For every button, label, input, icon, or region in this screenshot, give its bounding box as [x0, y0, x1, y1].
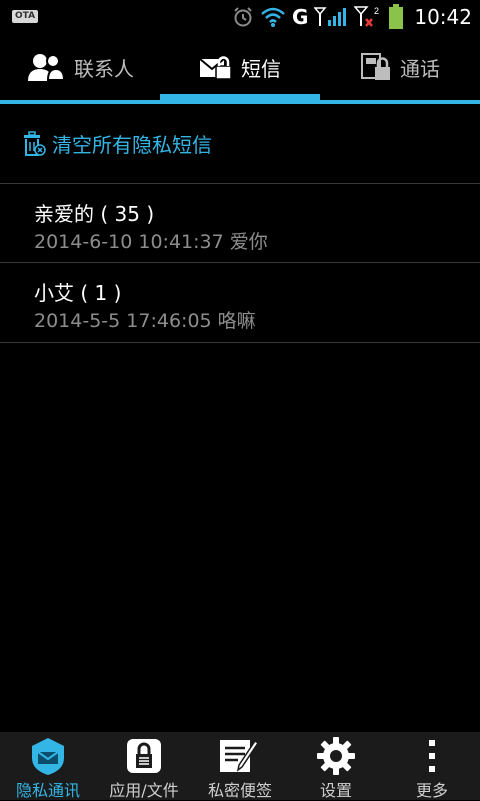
tab-calls[interactable]: 通话 — [320, 34, 480, 100]
nav-label: 更多 — [415, 781, 448, 800]
conversation-preview: 2014-5-5 17:46:05 咯嘛 — [34, 310, 256, 332]
tab-bar: 联系人 短信 通话 — [0, 34, 480, 104]
signal-icon — [314, 7, 347, 26]
clear-all-sms-button[interactable]: 清空所有隐私短信 — [0, 104, 480, 183]
nav-private-notes[interactable]: 私密便签 — [192, 732, 288, 800]
battery-icon — [389, 4, 404, 29]
tab-label: 联系人 — [74, 56, 134, 81]
conversation-name: 亲爱的 ( 35 ) — [34, 202, 155, 226]
signal2-icon: 2 — [354, 6, 379, 27]
network-type: G — [291, 5, 309, 29]
clock: 10:42 — [414, 5, 472, 29]
list-item[interactable]: 亲爱的 ( 35 ) 2014-6-10 10:41:37 爱你 — [0, 184, 480, 263]
wifi-icon — [261, 7, 285, 27]
nav-label: 应用/文件 — [109, 781, 179, 800]
ota-badge: OTA — [12, 10, 39, 23]
tab-label: 短信 — [241, 56, 281, 81]
app-lock-icon — [127, 739, 161, 773]
bottom-nav: 隐私通讯 应用/文件 私密便签 设置 更多 — [0, 732, 480, 800]
nav-settings[interactable]: 设置 — [288, 732, 384, 800]
list-item[interactable]: 小艾 ( 1 ) 2014-5-5 17:46:05 咯嘛 — [0, 263, 480, 342]
clear-all-label: 清空所有隐私短信 — [52, 133, 212, 157]
call-lock-icon — [361, 53, 390, 80]
tab-label: 通话 — [400, 56, 440, 81]
sms-lock-icon — [199, 56, 232, 80]
tab-sms[interactable]: 短信 — [160, 34, 320, 100]
nav-label: 设置 — [319, 781, 352, 800]
status-bar: OTA G 2 10:42 — [0, 0, 480, 34]
tab-contacts[interactable]: 联系人 — [0, 34, 160, 100]
nav-privacy-comm[interactable]: 隐私通讯 — [0, 732, 96, 800]
contacts-icon — [28, 54, 66, 81]
note-edit-icon — [220, 739, 260, 772]
gear-icon — [317, 737, 355, 775]
divider — [0, 342, 480, 343]
nav-apps-files[interactable]: 应用/文件 — [96, 732, 192, 800]
nav-label: 隐私通讯 — [15, 781, 80, 800]
nav-label: 私密便签 — [207, 781, 272, 800]
alarm-icon — [234, 7, 252, 27]
more-vert-icon — [429, 740, 435, 772]
conversation-name: 小艾 ( 1 ) — [34, 281, 122, 305]
conversation-preview: 2014-6-10 10:41:37 爱你 — [34, 231, 268, 253]
nav-more[interactable]: 更多 — [384, 732, 480, 800]
status-icons: G 2 10:42 — [232, 3, 472, 31]
privacy-comm-icon — [32, 738, 64, 775]
svg-text:2: 2 — [374, 6, 379, 16]
trash-icon — [24, 130, 46, 156]
